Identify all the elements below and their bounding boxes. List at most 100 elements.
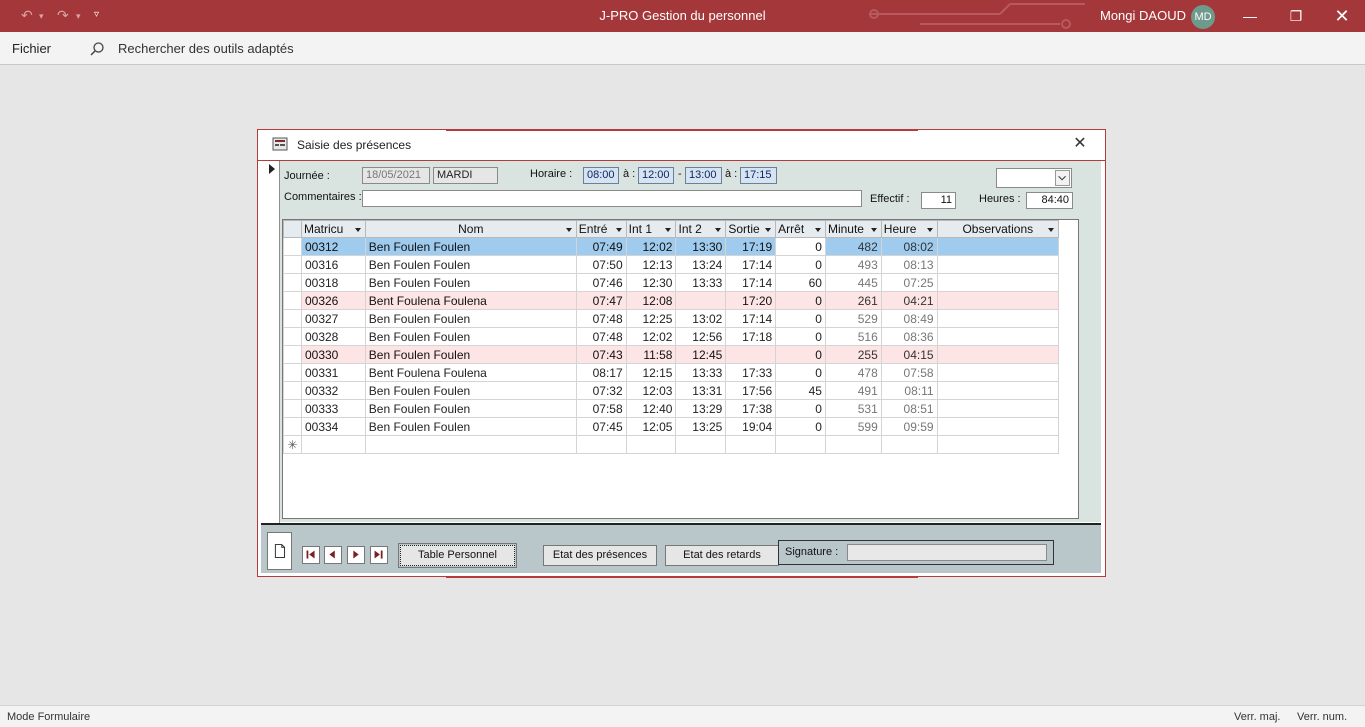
- cell-nom[interactable]: Ben Foulen Foulen: [364, 327, 577, 346]
- cell-min[interactable]: 478: [824, 363, 882, 382]
- cell-arr[interactable]: 0: [775, 309, 826, 328]
- cell-i2[interactable]: 13:29: [675, 399, 727, 418]
- cell-e[interactable]: 07:47: [575, 291, 627, 310]
- cell-mat[interactable]: 00327: [300, 309, 366, 328]
- cell-h[interactable]: 08:36: [880, 327, 938, 346]
- column-header-mat[interactable]: Matricu: [300, 220, 366, 238]
- sort-dropdown-icon[interactable]: [565, 228, 572, 232]
- cell-i2[interactable]: 12:45: [675, 345, 727, 364]
- cell-nom[interactable]: Bent Foulena Foulena: [364, 291, 577, 310]
- cell-i1[interactable]: 12:08: [625, 291, 677, 310]
- cell-arr[interactable]: 0: [775, 255, 826, 274]
- cell-s[interactable]: [725, 345, 777, 364]
- cell-i1[interactable]: 12:25: [625, 309, 677, 328]
- cell-arr[interactable]: 0: [775, 345, 826, 364]
- cell-obs[interactable]: [936, 327, 1060, 346]
- cell-nom[interactable]: Ben Foulen Foulen: [364, 345, 577, 364]
- cell-i1[interactable]: 12:30: [625, 273, 677, 292]
- cell-min[interactable]: 531: [824, 399, 882, 418]
- horaire-break-end-field[interactable]: 13:00: [685, 167, 722, 184]
- new-cell-e[interactable]: [575, 435, 627, 454]
- cell-nom[interactable]: Ben Foulen Foulen: [364, 255, 577, 274]
- cell-arr[interactable]: 0: [775, 417, 826, 436]
- presences-datasheet[interactable]: Matricu Nom Entré Int 1 Int 2 Sortie Arrêt Minu…: [282, 219, 1079, 519]
- row-selector[interactable]: [283, 363, 302, 382]
- cell-i2[interactable]: [675, 291, 727, 310]
- cell-i2[interactable]: 13:33: [675, 363, 727, 382]
- cell-mat[interactable]: 00331: [300, 363, 366, 382]
- cell-s[interactable]: 19:04: [725, 417, 777, 436]
- new-cell-h[interactable]: [880, 435, 938, 454]
- row-selector[interactable]: [283, 399, 302, 418]
- cell-s[interactable]: 17:14: [725, 309, 777, 328]
- cell-obs[interactable]: [936, 381, 1060, 400]
- cell-obs[interactable]: [936, 345, 1060, 364]
- last-record-button[interactable]: [370, 546, 388, 564]
- cell-arr[interactable]: 60: [775, 273, 826, 292]
- cell-e[interactable]: 08:17: [575, 363, 627, 382]
- cell-i1[interactable]: 12:03: [625, 381, 677, 400]
- cell-h[interactable]: 08:11: [880, 381, 938, 400]
- cell-h[interactable]: 08:02: [880, 237, 938, 256]
- close-window-icon[interactable]: ✕: [1331, 5, 1353, 27]
- select-all-corner[interactable]: [283, 220, 302, 238]
- cell-e[interactable]: 07:43: [575, 345, 627, 364]
- new-record-button[interactable]: [267, 532, 292, 570]
- sort-dropdown-icon[interactable]: [615, 228, 622, 232]
- row-selector[interactable]: [283, 291, 302, 310]
- cell-obs[interactable]: [936, 255, 1060, 274]
- table-row[interactable]: 00334 Ben Foulen Foulen 07:45 12:05 13:25 19:…: [283, 417, 1078, 436]
- chevron-down-icon[interactable]: [1055, 170, 1070, 186]
- row-selector[interactable]: [283, 309, 302, 328]
- table-row[interactable]: 00328 Ben Foulen Foulen 07:48 12:02 12:56 17:…: [283, 327, 1078, 346]
- cell-e[interactable]: 07:48: [575, 309, 627, 328]
- new-cell-nom[interactable]: [364, 435, 577, 454]
- cell-mat[interactable]: 00326: [300, 291, 366, 310]
- column-header-min[interactable]: Minute: [824, 220, 882, 238]
- cell-i2[interactable]: 13:31: [675, 381, 727, 400]
- cell-arr[interactable]: 45: [775, 381, 826, 400]
- cell-obs[interactable]: [936, 273, 1060, 292]
- cell-min[interactable]: 261: [824, 291, 882, 310]
- cell-arr[interactable]: 0: [775, 327, 826, 346]
- cell-h[interactable]: 07:58: [880, 363, 938, 382]
- cell-h[interactable]: 08:51: [880, 399, 938, 418]
- cell-s[interactable]: 17:14: [725, 273, 777, 292]
- cell-mat[interactable]: 00334: [300, 417, 366, 436]
- cell-obs[interactable]: [936, 291, 1060, 310]
- restore-icon[interactable]: ❐: [1285, 5, 1307, 27]
- new-cell-mat[interactable]: [300, 435, 366, 454]
- column-header-arr[interactable]: Arrêt: [775, 220, 826, 238]
- cell-nom[interactable]: Ben Foulen Foulen: [364, 237, 577, 256]
- table-row[interactable]: 00332 Ben Foulen Foulen 07:32 12:03 13:31 17:…: [283, 381, 1078, 400]
- table-personnel-button[interactable]: Table Personnel: [398, 543, 517, 568]
- cell-nom[interactable]: Ben Foulen Foulen: [364, 309, 577, 328]
- cell-min[interactable]: 445: [824, 273, 882, 292]
- cell-s[interactable]: 17:38: [725, 399, 777, 418]
- next-record-button[interactable]: [347, 546, 365, 564]
- new-cell-arr[interactable]: [775, 435, 826, 454]
- close-form-icon[interactable]: ✕: [1070, 134, 1090, 154]
- cell-mat[interactable]: 00316: [300, 255, 366, 274]
- table-row[interactable]: 00316 Ben Foulen Foulen 07:50 12:13 13:24 17:…: [283, 255, 1078, 274]
- sort-dropdown-icon[interactable]: [354, 228, 361, 232]
- cell-mat[interactable]: 00312: [300, 237, 366, 256]
- cell-e[interactable]: 07:48: [575, 327, 627, 346]
- row-selector[interactable]: [283, 237, 302, 256]
- record-selector[interactable]: [261, 161, 280, 523]
- sort-dropdown-icon[interactable]: [715, 228, 722, 232]
- user-name[interactable]: Mongi DAOUD: [1100, 8, 1186, 23]
- menu-fichier[interactable]: Fichier: [12, 41, 51, 56]
- cell-obs[interactable]: [936, 363, 1060, 382]
- cell-i1[interactable]: 12:02: [625, 237, 677, 256]
- table-row[interactable]: 00318 Ben Foulen Foulen 07:46 12:30 13:33 17:…: [283, 273, 1078, 292]
- cell-min[interactable]: 599: [824, 417, 882, 436]
- cell-obs[interactable]: [936, 237, 1060, 256]
- sort-dropdown-icon[interactable]: [1048, 228, 1055, 232]
- new-cell-i2[interactable]: [675, 435, 727, 454]
- cell-min[interactable]: 255: [824, 345, 882, 364]
- new-row-asterisk-icon[interactable]: ✳: [283, 435, 302, 454]
- previous-record-button[interactable]: [324, 546, 342, 564]
- cell-i2[interactable]: 13:24: [675, 255, 727, 274]
- row-selector[interactable]: [283, 327, 302, 346]
